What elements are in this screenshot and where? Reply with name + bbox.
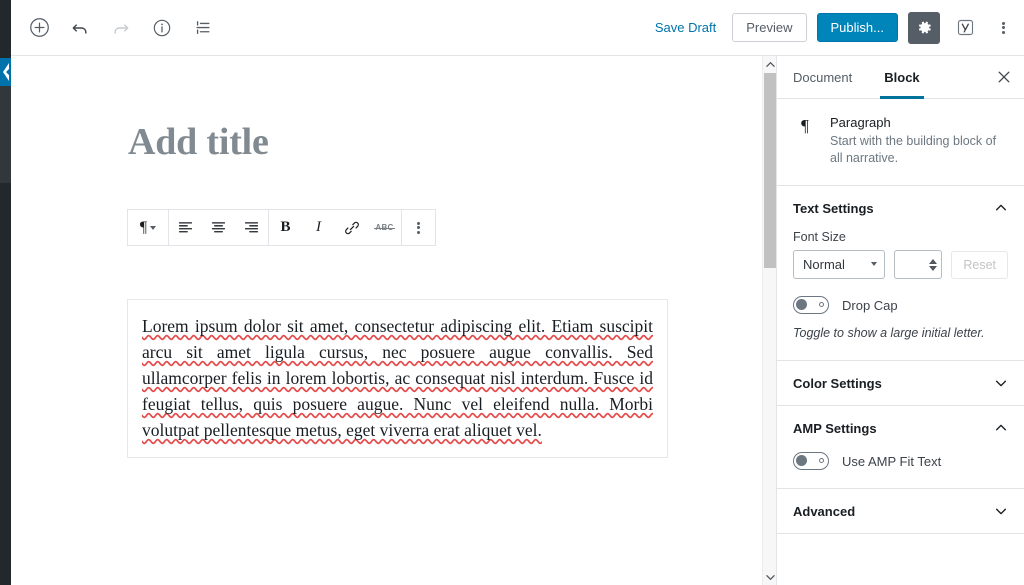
- post-title-input[interactable]: Add title: [128, 120, 269, 164]
- panel-text-settings-header[interactable]: Text Settings: [777, 186, 1024, 230]
- preview-button[interactable]: Preview: [732, 13, 806, 43]
- strikethrough-button[interactable]: ABC: [368, 210, 401, 245]
- alignment-group: [169, 210, 268, 245]
- panel-title: AMP Settings: [793, 421, 877, 436]
- panel-color-settings-header[interactable]: Color Settings: [777, 361, 1024, 405]
- paragraph-block[interactable]: Lorem ipsum dolor sit amet, consectetur …: [127, 299, 668, 458]
- scroll-up-arrow[interactable]: [763, 56, 777, 72]
- italic-button[interactable]: I: [302, 210, 335, 245]
- editor-canvas: Add title ¶: [11, 56, 762, 585]
- block-type-group: ¶: [128, 210, 168, 245]
- amp-fit-text-row: Use AMP Fit Text: [793, 452, 1008, 470]
- tab-block[interactable]: Block: [868, 56, 935, 98]
- settings-sidebar: Document Block ¶ Paragraph Start with th…: [776, 56, 1024, 585]
- yoast-seo-icon[interactable]: [950, 13, 980, 43]
- drop-cap-row: Drop Cap: [793, 296, 1008, 314]
- panel-text-settings-body: Font Size Normal: [777, 230, 1024, 360]
- scrollbar-thumb[interactable]: [764, 73, 776, 268]
- paragraph-block-text[interactable]: Lorem ipsum dolor sit amet, consectetur …: [142, 313, 653, 443]
- editor-vertical-scrollbar[interactable]: [762, 56, 776, 585]
- formatting-group: B I ABC: [269, 210, 401, 245]
- chevron-down-icon: [150, 226, 156, 230]
- editor-top-bar: Save Draft Preview Publish...: [11, 0, 1024, 56]
- scroll-down-arrow[interactable]: [763, 569, 777, 585]
- block-type-paragraph-button[interactable]: ¶: [128, 210, 168, 245]
- gutenberg-editor-window: Save Draft Preview Publish...: [0, 0, 1024, 585]
- block-toolbar: ¶: [127, 209, 436, 246]
- block-info-card: ¶ Paragraph Start with the building bloc…: [777, 99, 1024, 186]
- panel-title: Advanced: [793, 504, 855, 519]
- panel-amp-settings-header[interactable]: AMP Settings: [777, 406, 1024, 450]
- close-icon[interactable]: [984, 56, 1024, 98]
- panel-text-settings: Text Settings Font Size Normal: [777, 186, 1024, 361]
- drop-cap-label: Drop Cap: [842, 298, 898, 313]
- paragraph-icon: ¶: [140, 220, 147, 236]
- redo-icon: [105, 12, 137, 44]
- paragraph-icon: ¶: [793, 115, 817, 167]
- panel-title: Color Settings: [793, 376, 882, 391]
- top-bar-actions: Save Draft Preview Publish...: [649, 12, 1024, 44]
- strikethrough-icon: ABC: [375, 223, 393, 232]
- amp-fit-text-toggle[interactable]: [793, 452, 829, 470]
- font-size-select[interactable]: Normal: [793, 250, 885, 279]
- kebab-menu-icon[interactable]: [990, 12, 1016, 44]
- bold-icon: B: [280, 219, 290, 236]
- save-draft-button[interactable]: Save Draft: [649, 16, 722, 39]
- undo-icon[interactable]: [64, 12, 96, 44]
- panel-amp-settings-body: Use AMP Fit Text: [777, 452, 1024, 488]
- chevron-up-icon: [994, 201, 1008, 215]
- align-left-button[interactable]: [169, 210, 202, 245]
- panel-title: Text Settings: [793, 201, 874, 216]
- chevron-down-icon: [994, 376, 1008, 390]
- block-navigation-icon[interactable]: [187, 12, 219, 44]
- panel-amp-settings: AMP Settings Use AMP Fit Text: [777, 406, 1024, 489]
- bold-button[interactable]: B: [269, 210, 302, 245]
- chevron-down-icon: [994, 504, 1008, 518]
- drop-cap-toggle[interactable]: [793, 296, 829, 314]
- block-card-title: Paragraph: [830, 115, 1008, 130]
- info-icon[interactable]: [146, 12, 178, 44]
- publish-button[interactable]: Publish...: [817, 13, 898, 43]
- panel-advanced: Advanced: [777, 489, 1024, 534]
- number-stepper-icon[interactable]: [927, 253, 938, 276]
- more-options-button[interactable]: [402, 210, 435, 245]
- top-bar-tools: [11, 12, 219, 44]
- panel-color-settings: Color Settings: [777, 361, 1024, 406]
- tab-document[interactable]: Document: [777, 56, 868, 98]
- sidebar-tabs: Document Block: [777, 56, 1024, 99]
- reset-button[interactable]: Reset: [951, 251, 1008, 279]
- font-size-controls: Normal Reset: [793, 250, 1008, 279]
- italic-icon: I: [316, 219, 321, 236]
- link-button[interactable]: [335, 210, 368, 245]
- drop-cap-help-text: Toggle to show a large initial letter.: [793, 325, 1008, 342]
- panel-advanced-header[interactable]: Advanced: [777, 489, 1024, 533]
- block-card-description: Start with the building block of all nar…: [830, 133, 1008, 167]
- align-center-button[interactable]: [202, 210, 235, 245]
- font-size-label: Font Size: [793, 230, 1008, 244]
- gear-icon[interactable]: [908, 12, 940, 44]
- collapse-menu-arrow-icon[interactable]: [0, 60, 11, 84]
- amp-fit-text-label: Use AMP Fit Text: [842, 454, 941, 469]
- chevron-up-icon: [994, 421, 1008, 435]
- wp-admin-rail-top: [0, 0, 11, 55]
- align-right-button[interactable]: [235, 210, 268, 245]
- add-block-icon[interactable]: [23, 12, 55, 44]
- wp-admin-rail-submenu: [0, 86, 11, 183]
